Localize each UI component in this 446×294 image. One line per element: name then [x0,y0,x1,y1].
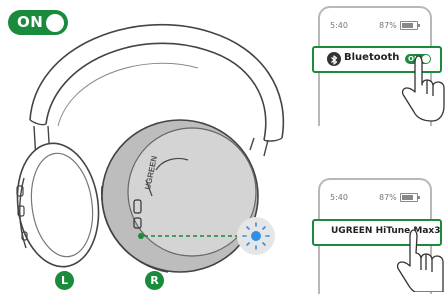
instruction-figure: ON UGREEN L R 5:40 87% Bluetooth ON 5:40… [0,0,446,294]
hand-icons [396,55,445,292]
tap-hand-icon [401,55,445,122]
tap-hand-icon [396,229,444,292]
